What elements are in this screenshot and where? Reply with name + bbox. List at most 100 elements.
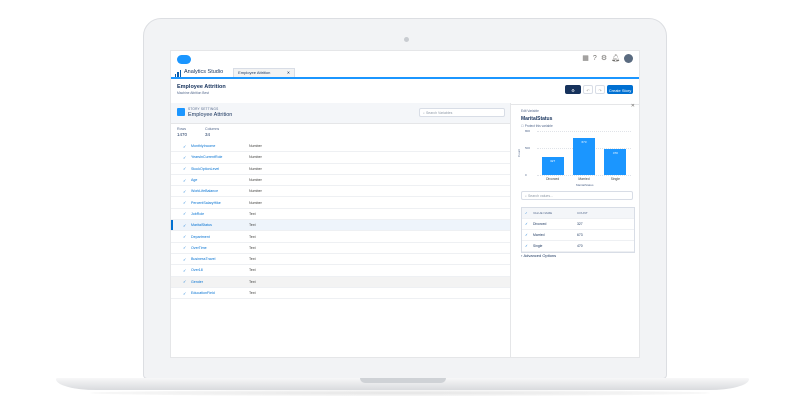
dataset-stats: Rows 1470 Columns 34 bbox=[171, 124, 510, 142]
check-icon[interactable]: ✓ bbox=[522, 244, 533, 248]
variable-name-cell[interactable]: EducationField bbox=[191, 291, 249, 295]
analytics-app-icon bbox=[175, 70, 181, 77]
variable-name-cell[interactable]: OverTime bbox=[191, 246, 249, 250]
values-table-header: ✓ VALUE NAME COUNT bbox=[522, 208, 634, 219]
undo-button[interactable]: ↶ bbox=[583, 85, 593, 94]
check-icon[interactable]: ✓ bbox=[183, 279, 191, 284]
table-row[interactable]: ✓ OverTime Text bbox=[171, 243, 510, 254]
variable-type-cell: Text bbox=[249, 211, 256, 216]
count-cell: 673 bbox=[577, 233, 583, 237]
variable-name-cell[interactable]: Department bbox=[191, 235, 249, 239]
table-row[interactable]: ✓ PercentSalaryHike Number bbox=[171, 197, 510, 209]
gear-icon[interactable]: ⚙ bbox=[601, 54, 607, 63]
close-icon[interactable]: ✕ bbox=[631, 103, 635, 109]
redo-button[interactable]: ↷ bbox=[595, 85, 605, 94]
variables-panel: STORY SETTINGS Employee Attrition ⌕ Sear… bbox=[171, 103, 511, 357]
table-row[interactable]: ✓ MonthlyIncome Number bbox=[171, 141, 510, 153]
tab-employee-attrition[interactable]: Employee Attrition ✕ bbox=[233, 68, 296, 77]
check-icon[interactable]: ✓ bbox=[183, 178, 191, 183]
rows-label: Rows bbox=[177, 127, 186, 131]
check-icon[interactable]: ✓ bbox=[183, 211, 191, 216]
story-settings-label: STORY SETTINGS bbox=[188, 107, 219, 111]
y-axis-label: Count bbox=[517, 148, 522, 158]
bell-icon[interactable]: 🔔︎ bbox=[611, 54, 620, 63]
table-row[interactable]: ✓ Over18 Text bbox=[171, 265, 510, 277]
edit-variable-label: Edit Variable bbox=[521, 109, 539, 113]
table-row[interactable]: ✓ WorkLifeBalance Number bbox=[171, 186, 510, 198]
create-story-button[interactable]: Create Story bbox=[607, 85, 633, 94]
variable-name-cell[interactable]: Over18 bbox=[191, 268, 249, 272]
table-row[interactable]: ✓ BusinessTravel Text bbox=[171, 254, 510, 266]
avatar[interactable] bbox=[624, 54, 633, 63]
check-icon[interactable]: ✓ bbox=[522, 233, 533, 237]
check-icon[interactable]: ✓ bbox=[183, 234, 191, 239]
check-icon[interactable]: ✓ bbox=[183, 257, 191, 262]
variables-list: ✓ MonthlyIncome Number ✓ YearsInCurrentRole N… bbox=[171, 141, 510, 300]
variable-type-cell: Number bbox=[249, 155, 262, 160]
check-icon[interactable]: ✓ bbox=[183, 268, 191, 273]
check-icon[interactable]: ✓ bbox=[183, 155, 191, 160]
settings-button[interactable]: ⚙ bbox=[565, 85, 581, 94]
check-icon[interactable]: ✓ bbox=[183, 189, 191, 194]
x-tick-label: Single bbox=[610, 177, 620, 181]
variable-name-cell[interactable]: WorkLifeBalance bbox=[191, 189, 249, 193]
app-title: Analytics Studio bbox=[184, 69, 224, 75]
table-row[interactable]: ✓ EducationField Text bbox=[171, 288, 510, 300]
table-row[interactable]: ✓ Divorced 327 bbox=[522, 219, 634, 230]
table-row[interactable]: ✓ YearsInCurrentRole Number bbox=[171, 152, 510, 164]
check-icon[interactable]: ✓ bbox=[183, 291, 191, 296]
table-row[interactable]: ✓ Gender Text bbox=[171, 276, 510, 288]
gridline bbox=[537, 175, 631, 176]
story-settings-bar: STORY SETTINGS Employee Attrition ⌕ Sear… bbox=[171, 103, 510, 124]
variable-name-cell[interactable]: MaritalStatus bbox=[191, 223, 249, 227]
table-row[interactable]: ✓ MaritalStatus Text bbox=[171, 220, 510, 232]
variable-name-cell[interactable]: BusinessTravel bbox=[191, 257, 249, 261]
check-icon[interactable]: ✓ bbox=[183, 223, 191, 228]
header-icons: ▦ ? ⚙ 🔔︎ bbox=[582, 54, 633, 63]
variable-type-cell: Text bbox=[249, 291, 256, 295]
table-row[interactable]: ✓ Married 673 bbox=[522, 230, 634, 241]
help-icon[interactable]: ? bbox=[593, 54, 597, 63]
variable-name-cell[interactable]: YearsInCurrentRole bbox=[191, 155, 249, 159]
table-row[interactable]: ✓ Department Text bbox=[171, 231, 510, 243]
check-icon[interactable]: ✓ bbox=[183, 200, 191, 205]
variable-type-cell: Number bbox=[249, 189, 262, 194]
y-tick-label: 0 bbox=[525, 173, 527, 177]
variable-type-cell: Number bbox=[249, 144, 262, 149]
page-header: Employee Attrition Machine Attrition Bes… bbox=[171, 79, 639, 105]
variable-name-cell[interactable]: StockOptionLevel bbox=[191, 167, 249, 171]
laptop-shadow bbox=[90, 390, 710, 396]
close-icon[interactable]: ✕ bbox=[287, 69, 290, 77]
check-icon[interactable]: ✓ bbox=[522, 211, 533, 215]
check-icon[interactable]: ✓ bbox=[183, 245, 191, 250]
advanced-options-toggle[interactable]: › Advanced Options bbox=[521, 253, 556, 258]
values-table: ✓ VALUE NAME COUNT ✓ Divorced 327 ✓ Married 6… bbox=[521, 207, 635, 253]
table-row[interactable]: ✓ JobRole Text bbox=[171, 209, 510, 221]
variable-type-cell: Number bbox=[249, 166, 262, 171]
check-icon[interactable]: ✓ bbox=[522, 222, 533, 226]
x-tick-label: Married bbox=[578, 177, 590, 181]
search-variables-input[interactable]: ⌕ Search Variables bbox=[419, 108, 505, 117]
variable-name-cell[interactable]: Age bbox=[191, 178, 249, 182]
variable-name-cell[interactable]: Gender bbox=[191, 280, 249, 284]
app-launcher-icon[interactable]: ▦ bbox=[582, 54, 589, 63]
protect-toggle[interactable]: ☐ Protect this variable bbox=[521, 124, 553, 128]
variable-type-cell: Text bbox=[249, 279, 256, 284]
variable-name-cell[interactable]: MonthlyIncome bbox=[191, 144, 249, 148]
check-icon[interactable]: ✓ bbox=[183, 144, 191, 149]
table-row[interactable]: ✓ Age Number bbox=[171, 175, 510, 187]
table-row[interactable]: ✓ StockOptionLevel Number bbox=[171, 164, 510, 175]
variable-name: MaritalStatus bbox=[521, 116, 553, 122]
y-tick-label: 800 bbox=[525, 129, 531, 133]
table-row[interactable]: ✓ Single 470 bbox=[522, 241, 634, 252]
variable-name-cell[interactable]: PercentSalaryHike bbox=[191, 201, 249, 205]
search-values-input[interactable]: ⌕ Search values... bbox=[521, 191, 633, 200]
bar-value-label: 327 bbox=[550, 159, 556, 163]
global-header: ▦ ? ⚙ 🔔︎ bbox=[171, 51, 639, 67]
app-bar: Analytics Studio Employee Attrition ✕ bbox=[171, 67, 639, 79]
variable-name-cell[interactable]: JobRole bbox=[191, 212, 249, 216]
value-name-cell: Married bbox=[533, 233, 545, 237]
variable-type-cell: Text bbox=[249, 268, 256, 273]
check-icon[interactable]: ✓ bbox=[183, 166, 191, 171]
variable-type-cell: Number bbox=[249, 178, 262, 183]
